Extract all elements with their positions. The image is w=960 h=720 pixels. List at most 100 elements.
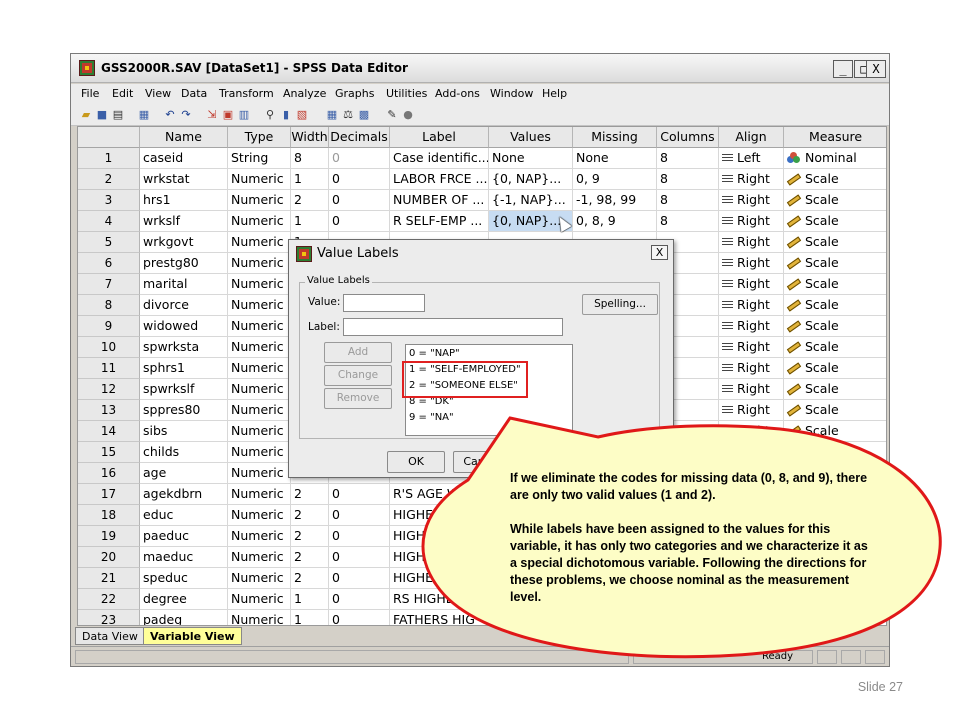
cell-measure[interactable]: Scale bbox=[784, 337, 886, 358]
cell-name[interactable]: speduc bbox=[140, 568, 228, 589]
cell-name[interactable]: divorce bbox=[140, 295, 228, 316]
cell-width[interactable]: 1 bbox=[291, 589, 329, 610]
cell-width[interactable]: 2 bbox=[291, 568, 329, 589]
cell-type[interactable]: Numeric bbox=[228, 421, 291, 442]
cell-columns[interactable]: 8 bbox=[657, 148, 719, 169]
cell-type[interactable]: Numeric bbox=[228, 337, 291, 358]
cell-measure[interactable]: Scale bbox=[784, 169, 886, 190]
column-header-decimals[interactable]: Decimals bbox=[329, 127, 390, 148]
cell-label[interactable]: RS HIGHE bbox=[390, 589, 489, 610]
cell-width[interactable]: 2 bbox=[291, 484, 329, 505]
cell-width[interactable]: 1 bbox=[291, 211, 329, 232]
row-number[interactable]: 8 bbox=[78, 295, 140, 316]
column-header-columns[interactable]: Columns bbox=[657, 127, 719, 148]
cell-name[interactable]: sppres80 bbox=[140, 400, 228, 421]
cell-decimals[interactable]: 0 bbox=[329, 211, 390, 232]
close-button[interactable]: X bbox=[866, 60, 886, 78]
cell-align[interactable]: Right bbox=[719, 232, 784, 253]
cell-measure[interactable]: Scale bbox=[784, 358, 886, 379]
cell-align[interactable]: Right bbox=[719, 358, 784, 379]
column-header-name[interactable]: Name bbox=[140, 127, 228, 148]
cell-name[interactable]: wrkslf bbox=[140, 211, 228, 232]
column-header-width[interactable]: Width bbox=[291, 127, 329, 148]
cell-type[interactable]: Numeric bbox=[228, 232, 291, 253]
cell-width[interactable]: 2 bbox=[291, 190, 329, 211]
minimize-button[interactable]: _ bbox=[833, 60, 853, 78]
row-number[interactable]: 11 bbox=[78, 358, 140, 379]
cell-measure[interactable]: Scale bbox=[784, 190, 886, 211]
cell-type[interactable]: Numeric bbox=[228, 526, 291, 547]
ok-button[interactable]: OK bbox=[387, 451, 445, 473]
cell-type[interactable]: Numeric bbox=[228, 169, 291, 190]
row-number[interactable]: 12 bbox=[78, 379, 140, 400]
remove-button[interactable]: Remove bbox=[324, 388, 392, 409]
column-header-measure[interactable]: Measure bbox=[784, 127, 886, 148]
row-number[interactable]: 6 bbox=[78, 253, 140, 274]
find-icon[interactable]: ⚲ bbox=[263, 108, 277, 121]
cell-missing[interactable]: -1, 98, 99 bbox=[573, 190, 657, 211]
cell-align[interactable]: Right bbox=[719, 379, 784, 400]
menu-transform[interactable]: Transform bbox=[219, 87, 274, 100]
menu-help[interactable]: Help bbox=[542, 87, 567, 100]
cell-measure[interactable]: Scale bbox=[784, 274, 886, 295]
cell-name[interactable]: widowed bbox=[140, 316, 228, 337]
print-icon[interactable]: ▤ bbox=[111, 108, 125, 121]
cell-type[interactable]: Numeric bbox=[228, 547, 291, 568]
cell-measure[interactable]: Nominal bbox=[784, 148, 886, 169]
row-number[interactable]: 7 bbox=[78, 274, 140, 295]
variables-icon[interactable]: ▥ bbox=[237, 108, 251, 121]
menu-utilities[interactable]: Utilities bbox=[386, 87, 427, 100]
cell-missing[interactable]: 0, 9 bbox=[573, 169, 657, 190]
cell-name[interactable]: degree bbox=[140, 589, 228, 610]
cell-name[interactable]: padeg bbox=[140, 610, 228, 625]
cell-label[interactable]: HIGHE bbox=[390, 526, 489, 547]
cell-align[interactable]: Right bbox=[719, 421, 784, 442]
split-file-icon[interactable]: ▧ bbox=[295, 108, 309, 121]
insert-variable-icon[interactable]: ▮ bbox=[279, 108, 293, 121]
row-number[interactable]: 23 bbox=[78, 610, 140, 625]
undo-icon[interactable]: ↶ bbox=[163, 108, 177, 121]
tab-data-view[interactable]: Data View bbox=[75, 627, 145, 645]
menu-analyze[interactable]: Analyze bbox=[283, 87, 326, 100]
cell-decimals[interactable]: 0 bbox=[329, 610, 390, 625]
row-number[interactable]: 10 bbox=[78, 337, 140, 358]
dialog-close-button[interactable]: X bbox=[651, 245, 668, 260]
cell-decimals[interactable]: 0 bbox=[329, 526, 390, 547]
column-header-label[interactable]: Label bbox=[390, 127, 489, 148]
cell-name[interactable]: spwrksta bbox=[140, 337, 228, 358]
row-number[interactable]: 4 bbox=[78, 211, 140, 232]
cell-measure[interactable]: Scale bbox=[784, 253, 886, 274]
select-cases-icon[interactable]: ⚖ bbox=[341, 108, 355, 121]
cell-decimals[interactable]: 0 bbox=[329, 505, 390, 526]
cell-decimals[interactable]: 0 bbox=[329, 148, 390, 169]
row-number[interactable]: 13 bbox=[78, 400, 140, 421]
row-number[interactable]: 16 bbox=[78, 463, 140, 484]
cell-type[interactable]: Numeric bbox=[228, 295, 291, 316]
cell-align[interactable]: Right bbox=[719, 274, 784, 295]
save-icon[interactable]: ■ bbox=[95, 108, 109, 121]
menu-view[interactable]: View bbox=[145, 87, 171, 100]
cell-measure[interactable] bbox=[784, 442, 886, 463]
cell-type[interactable]: Numeric bbox=[228, 610, 291, 625]
label-input[interactable] bbox=[343, 318, 563, 336]
column-header-values[interactable]: Values bbox=[489, 127, 573, 148]
cell-align[interactable]: Right bbox=[719, 400, 784, 421]
cell-align[interactable]: Right bbox=[719, 190, 784, 211]
cell-name[interactable]: spwrkslf bbox=[140, 379, 228, 400]
cell-width[interactable]: 1 bbox=[291, 610, 329, 625]
cell-label[interactable]: FATHERS HIG bbox=[390, 610, 489, 625]
cell-align[interactable]: Right bbox=[719, 295, 784, 316]
redo-icon[interactable]: ↷ bbox=[179, 108, 193, 121]
cell-measure[interactable]: Scale bbox=[784, 295, 886, 316]
menu-graphs[interactable]: Graphs bbox=[335, 87, 374, 100]
cell-type[interactable]: Numeric bbox=[228, 463, 291, 484]
cell-label[interactable]: LABOR FRCE ... bbox=[390, 169, 489, 190]
cell-type[interactable]: String bbox=[228, 148, 291, 169]
insert-cases-icon[interactable]: ▣ bbox=[221, 108, 235, 121]
cell-name[interactable]: paeduc bbox=[140, 526, 228, 547]
cell-values[interactable]: None bbox=[489, 148, 573, 169]
cell-type[interactable]: Numeric bbox=[228, 358, 291, 379]
spelling-button[interactable]: Spelling... bbox=[582, 294, 658, 315]
column-header-type[interactable]: Type bbox=[228, 127, 291, 148]
goto-case-icon[interactable]: ⇲ bbox=[205, 108, 219, 121]
